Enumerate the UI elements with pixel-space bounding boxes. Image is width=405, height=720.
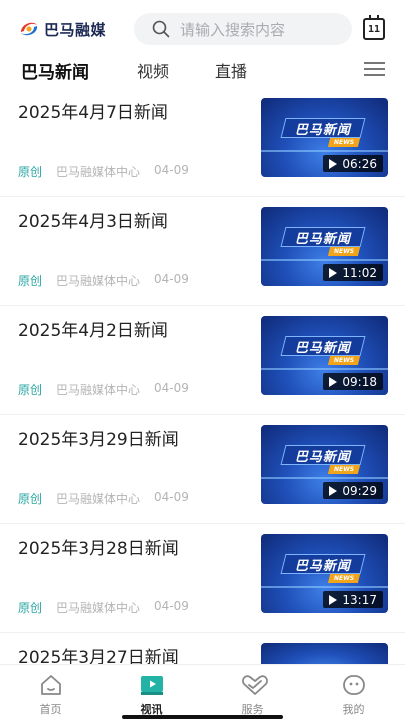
app-name: 巴马融媒 xyxy=(44,20,107,39)
original-tag: 原创 xyxy=(18,383,43,397)
thumbnail-brand: 巴马新闻 xyxy=(280,118,366,138)
thumbnail-brand: 巴马新闻 xyxy=(280,336,366,356)
nav-service[interactable]: 服务 xyxy=(202,665,303,720)
video-icon xyxy=(140,673,164,697)
duration-badge: 06:26 xyxy=(323,155,383,172)
news-title: 2025年3月29日新闻 xyxy=(18,430,179,450)
thumbnail-brand: 巴马新闻 xyxy=(280,227,366,247)
news-source: 巴马融媒体中心 xyxy=(56,492,141,506)
play-icon xyxy=(329,158,338,169)
tab-video[interactable]: 视频 xyxy=(137,58,169,82)
top-bar: 巴马融媒 请输入搜索内容 11 xyxy=(0,0,405,56)
channel-tabs: 巴马新闻 视频 直播 xyxy=(0,56,405,86)
tab-live[interactable]: 直播 xyxy=(215,58,247,82)
news-date: 04-09 xyxy=(154,163,189,177)
thumbnail-news-tag: NEWS xyxy=(327,247,361,256)
home-indicator xyxy=(122,715,283,719)
nav-mine-label: 我的 xyxy=(342,703,365,716)
original-tag: 原创 xyxy=(18,492,43,506)
calendar-day: 11 xyxy=(367,24,381,35)
app-logo[interactable]: 巴马融媒 xyxy=(18,18,106,40)
news-item[interactable]: 2025年3月29日新闻 原创 巴马融媒体中心 04-09 巴马新闻 NEWS … xyxy=(0,415,405,524)
video-thumbnail[interactable]: 巴马新闻 NEWS 09:18 xyxy=(261,316,388,395)
home-icon xyxy=(39,673,63,697)
news-item[interactable]: 2025年4月3日新闻 原创 巴马融媒体中心 04-09 巴马新闻 NEWS 1… xyxy=(0,197,405,306)
video-duration: 13:17 xyxy=(342,592,377,607)
play-icon xyxy=(329,376,338,387)
logo-icon xyxy=(18,19,40,39)
video-duration: 06:26 xyxy=(342,156,377,171)
nav-home[interactable]: 首页 xyxy=(0,665,101,720)
video-thumbnail[interactable]: 巴马新闻 NEWS 11:02 xyxy=(261,207,388,286)
news-title: 2025年4月2日新闻 xyxy=(18,321,168,341)
thumbnail-brand: 巴马新闻 xyxy=(280,554,366,574)
original-tag: 原创 xyxy=(18,274,43,288)
nav-video[interactable]: 视讯 xyxy=(101,665,202,720)
news-title: 2025年4月3日新闻 xyxy=(18,212,168,232)
video-duration: 09:18 xyxy=(342,374,377,389)
news-list: 2025年4月7日新闻 原创 巴马融媒体中心 04-09 巴马新闻 NEWS 0… xyxy=(0,88,405,720)
news-item[interactable]: 2025年4月7日新闻 原创 巴马融媒体中心 04-09 巴马新闻 NEWS 0… xyxy=(0,88,405,197)
news-source: 巴马融媒体中心 xyxy=(56,601,141,615)
heart-hands-icon xyxy=(241,673,268,697)
original-tag: 原创 xyxy=(18,165,43,179)
news-date: 04-09 xyxy=(154,272,189,286)
thumbnail-brand: 巴马新闻 xyxy=(280,445,366,465)
news-source: 巴马融媒体中心 xyxy=(56,165,141,179)
video-duration: 11:02 xyxy=(342,265,377,280)
menu-icon[interactable] xyxy=(364,62,385,77)
nav-home-label: 首页 xyxy=(39,703,62,716)
news-item[interactable]: 2025年4月2日新闻 原创 巴马融媒体中心 04-09 巴马新闻 NEWS 0… xyxy=(0,306,405,415)
bottom-nav: 首页 视讯 服务 我的 xyxy=(0,664,405,720)
video-thumbnail[interactable]: 巴马新闻 NEWS 06:26 xyxy=(261,98,388,177)
news-date: 04-09 xyxy=(154,381,189,395)
search-icon xyxy=(152,20,170,38)
search-box[interactable]: 请输入搜索内容 xyxy=(134,13,352,45)
video-thumbnail[interactable]: 巴马新闻 NEWS 13:17 xyxy=(261,534,388,613)
news-title: 2025年4月7日新闻 xyxy=(18,103,168,123)
news-date: 04-09 xyxy=(154,490,189,504)
thumbnail-news-tag: NEWS xyxy=(327,138,361,147)
play-icon xyxy=(329,594,338,605)
calendar-icon[interactable]: 11 xyxy=(363,15,385,40)
duration-badge: 13:17 xyxy=(323,591,383,608)
news-date: 04-09 xyxy=(154,599,189,613)
search-placeholder: 请输入搜索内容 xyxy=(180,20,286,39)
news-title: 2025年3月28日新闻 xyxy=(18,539,179,559)
news-source: 巴马融媒体中心 xyxy=(56,274,141,288)
news-source: 巴马融媒体中心 xyxy=(56,383,141,397)
play-icon xyxy=(329,267,338,278)
play-icon xyxy=(329,485,338,496)
video-duration: 09:29 xyxy=(342,483,377,498)
video-thumbnail[interactable]: 巴马新闻 NEWS 09:29 xyxy=(261,425,388,504)
duration-badge: 11:02 xyxy=(323,264,383,281)
duration-badge: 09:29 xyxy=(323,482,383,499)
thumbnail-news-tag: NEWS xyxy=(327,574,361,583)
duration-badge: 09:18 xyxy=(323,373,383,390)
thumbnail-news-tag: NEWS xyxy=(327,465,361,474)
nav-mine[interactable]: 我的 xyxy=(303,665,404,720)
tab-bama-news[interactable]: 巴马新闻 xyxy=(21,58,89,83)
thumbnail-news-tag: NEWS xyxy=(327,356,361,365)
original-tag: 原创 xyxy=(18,601,43,615)
news-item[interactable]: 2025年3月28日新闻 原创 巴马融媒体中心 04-09 巴马新闻 NEWS … xyxy=(0,524,405,633)
smile-face-icon xyxy=(342,673,366,697)
